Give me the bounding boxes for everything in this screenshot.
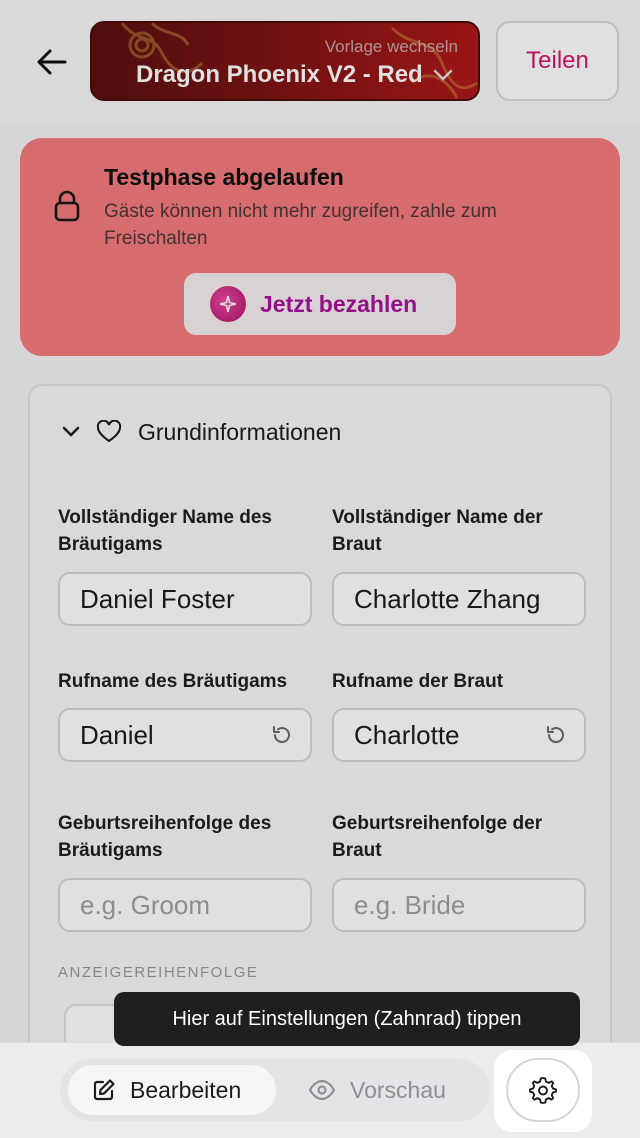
display-order-label: ANZEIGEREIHENFOLGE [58,964,259,981]
bride-birth-order-input[interactable]: e.g. Bride [332,878,586,932]
sparkle-icon [210,286,246,322]
gear-icon [529,1077,557,1104]
preview-label: Vorschau [350,1076,446,1103]
groom-nickname-value: Daniel [80,719,154,750]
groom-nickname-label: Rufname des Bräutigams [58,671,288,692]
bride-full-name-label: Vollständiger Name der Braut [332,507,543,555]
app: Vorlage wechseln Dragon Phoenix V2 - Red… [0,0,640,1138]
chevron-down-icon [62,426,80,437]
back-button[interactable] [30,42,74,82]
heart-icon [96,420,122,443]
preview-tab[interactable]: Vorschau [284,1065,484,1115]
trial-description: Gäste können nicht mehr zugreifen, zahle… [104,201,497,249]
back-arrow-icon [37,49,67,75]
reset-icon[interactable] [270,723,294,747]
template-selector[interactable]: Vorlage wechseln Dragon Phoenix V2 - Red [90,21,480,101]
bride-full-name-input[interactable]: Charlotte Zhang [332,572,586,626]
edit-icon [93,1079,115,1101]
reset-icon[interactable] [544,723,568,747]
groom-birth-order-input[interactable]: e.g. Groom [58,878,312,932]
groom-nickname-input[interactable]: Daniel [58,708,312,762]
groom-full-name-label: Vollständiger Name des Bräutigams [58,507,272,555]
bride-nickname-label: Rufname der Braut [332,671,504,692]
header: Vorlage wechseln Dragon Phoenix V2 - Red… [0,0,640,122]
lock-icon [54,190,80,222]
basic-info-card: Grundinformationen Vollständiger Name de… [28,384,612,1064]
settings-button[interactable] [506,1058,580,1122]
template-name-text: Dragon Phoenix V2 - Red [136,61,423,88]
share-button[interactable]: Teilen [496,21,619,101]
edit-label: Bearbeiten [130,1076,242,1103]
mode-switch: Bearbeiten Vorschau [60,1059,490,1121]
groom-birth-order-label: Geburtsreihenfolge des Bräutigams [58,813,272,861]
template-hint: Vorlage wechseln [324,37,458,56]
trial-expired-banner: Testphase abgelaufen Gäste können nicht … [20,138,620,356]
bride-birth-order-label: Geburtsreihenfolge der Braut [332,813,543,861]
groom-full-name-input[interactable]: Daniel Foster [58,572,312,626]
edit-tab[interactable]: Bearbeiten [68,1065,276,1115]
bride-nickname-input[interactable]: Charlotte [332,708,586,762]
section-title: Grundinformationen [138,418,342,445]
settings-tooltip: Hier auf Einstellungen (Zahnrad) tippen [114,992,580,1046]
template-name: Dragon Phoenix V2 - Red [136,61,453,89]
eye-icon [308,1080,336,1100]
trial-title: Testphase abgelaufen [104,164,344,190]
pay-now-button[interactable]: Jetzt bezahlen [184,273,456,335]
bride-nickname-value: Charlotte [354,719,460,750]
pay-now-label: Jetzt bezahlen [260,290,418,317]
section-header[interactable]: Grundinformationen [62,416,341,448]
chevron-down-icon [433,69,452,81]
